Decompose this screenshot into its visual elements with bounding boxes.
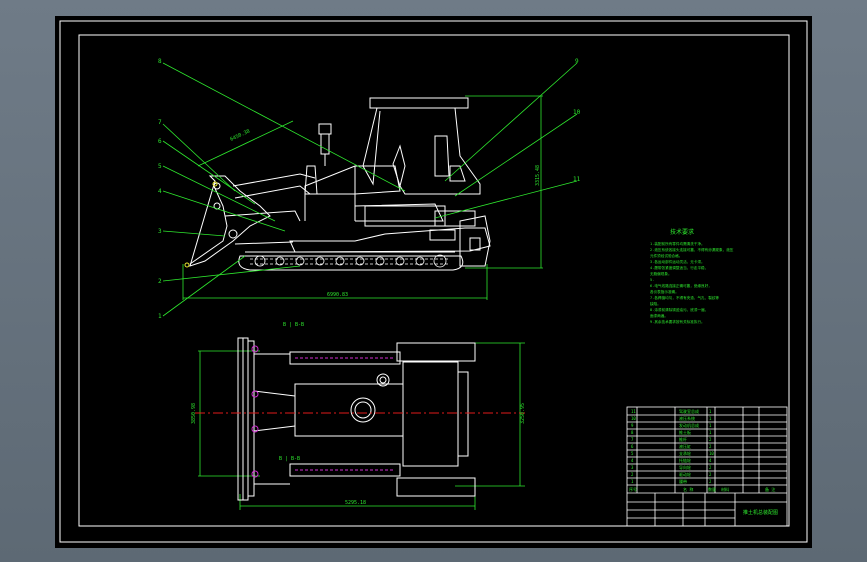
part-qty: 1 (709, 430, 712, 435)
dimension-blade: 6450.38 (229, 128, 251, 142)
part-no: 4 (631, 458, 634, 463)
note-line: 元件须经试验合格。 (650, 253, 682, 258)
leader-number: 4 (158, 188, 162, 195)
dimension-length: 6990.83 (327, 292, 348, 298)
note-line: 7.各焊缝均匀，不得有夹渣、气孔、裂纹等 (650, 295, 719, 300)
note-line: 无跑偏现象。 (650, 271, 672, 276)
leader-labels: 8 7 6 5 4 3 2 1 9 10 11 (158, 58, 581, 320)
part-no: 1 (631, 479, 634, 484)
note-line: 缺陷。 (650, 301, 661, 306)
header-name: 名 称 (683, 486, 693, 492)
section-label-top: B | B-B (283, 322, 304, 328)
part-no: 7 (631, 437, 634, 442)
note-line: 3.各运动部件运动灵活，无卡滞。 (650, 259, 705, 264)
note-line: 6.电气线路连接正确可靠，绝缘良好， (650, 283, 712, 288)
drawing-sheet: 8 7 6 5 4 3 2 1 9 10 11 6450.38 3315.48 … (55, 16, 812, 548)
leader-number: 1 (158, 313, 162, 320)
header-remark: 备 注 (765, 486, 775, 492)
plan-view (198, 337, 525, 510)
part-qty: 2 (709, 437, 712, 442)
part-no: 6 (631, 444, 634, 449)
dimension-height: 3315.48 (535, 165, 541, 186)
cad-drawing: 8 7 6 5 4 3 2 1 9 10 11 6450.38 3315.48 … (59, 20, 808, 543)
technical-notes: 技术要求 1.装配前所有零件均需清洗干净。 2.液压系统各接头连接可靠，不得有渗… (650, 228, 734, 324)
leader-number: 8 (158, 58, 162, 65)
leader-number: 5 (158, 163, 162, 170)
part-name: 推土板 (679, 429, 691, 435)
part-name: 液压缸 (679, 443, 691, 449)
note-line: 1.装配前所有零件均需清洗干净。 (650, 241, 705, 246)
part-no: 9 (631, 423, 634, 428)
part-name: 推杆 (679, 436, 687, 442)
part-qty: 10 (709, 451, 714, 456)
part-name: 液压系统 (679, 415, 695, 421)
part-name: 驾驶室总成 (679, 408, 699, 414)
leader-number: 11 (573, 176, 581, 183)
title-block (626, 406, 788, 527)
note-line: 面漆两遍。 (650, 313, 668, 318)
part-qty: 2 (709, 465, 712, 470)
part-qty: 2 (709, 444, 712, 449)
part-no: 3 (631, 465, 634, 470)
drawing-title: 推土机总装配图 (743, 509, 778, 516)
part-no: 2 (631, 472, 634, 477)
note-line: 4.履带张紧度调整适当，行走平稳， (650, 265, 708, 270)
part-no: 8 (631, 430, 634, 435)
note-line: 2.液压系统各接头连接可靠，不得有渗漏现象，液压 (650, 247, 734, 252)
part-no: 5 (631, 451, 634, 456)
dimension-length-bottom: 5295.18 (345, 500, 366, 506)
part-qty: 1 (709, 416, 712, 421)
section-label-bottom: B | B-B (279, 456, 300, 462)
notes-title: 技术要求 (670, 228, 694, 236)
part-qty: 2 (709, 472, 712, 477)
side-view (182, 95, 543, 300)
header-material: 材料 (721, 486, 729, 492)
dimension-width-right: 3250.95 (520, 403, 526, 424)
leader-number: 3 (158, 228, 162, 235)
note-line: 9.其余技术要求按有关标准执行。 (650, 319, 705, 324)
part-name: 驱动轮 (679, 471, 691, 477)
leader-number: 9 (575, 58, 579, 65)
leader-number: 2 (158, 278, 162, 285)
note-line: 5. (650, 278, 654, 282)
header-qty: 数量 (708, 486, 716, 492)
header-no: 序号 (629, 486, 637, 492)
part-name: 发动机总成 (679, 422, 699, 428)
part-no: 11 (631, 409, 636, 414)
part-qty: 2 (709, 479, 712, 484)
part-qty: 4 (709, 458, 712, 463)
dimension-width-left: 3850.98 (191, 403, 197, 424)
part-qty: 1 (709, 423, 712, 428)
leader-number: 10 (573, 109, 581, 116)
part-name: 履带 (679, 478, 687, 484)
part-qty: 1 (709, 409, 712, 414)
note-line: 各仪表指示准确。 (650, 289, 679, 294)
part-name: 支承轮 (679, 450, 691, 456)
leader-number: 7 (158, 119, 162, 126)
part-no: 10 (631, 416, 636, 421)
title-block-text: 11 驾驶室总成 1 10 液压系统 1 9 发动机总成 1 8 推土板 1 7… (629, 408, 778, 516)
note-line: 8.涂漆前清除锈迹油污，底漆一遍， (650, 307, 708, 312)
part-name: 导向轮 (679, 464, 691, 470)
leader-number: 6 (158, 138, 162, 145)
part-name: 托链轮 (679, 457, 691, 463)
